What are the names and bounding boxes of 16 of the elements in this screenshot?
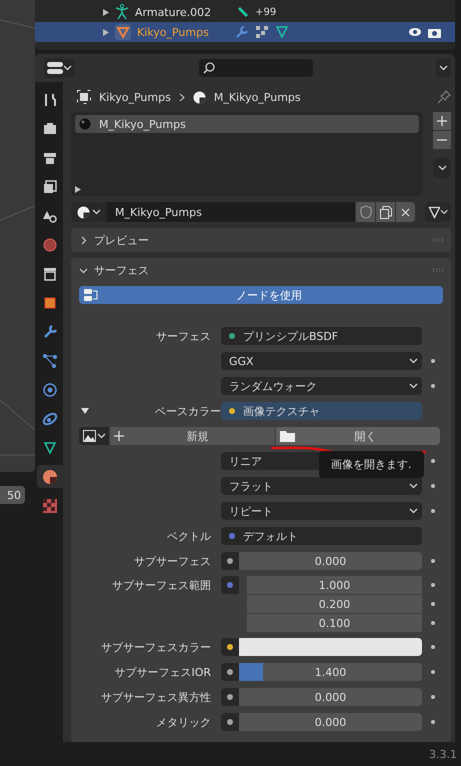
property-label: メタリック — [155, 714, 212, 730]
property-label: サブサーフェス — [133, 554, 212, 568]
breadcrumb-object: Kikyo_Pumps — [99, 90, 171, 104]
property-label: ベースカラー — [154, 404, 222, 418]
child-count-label: +99 — [255, 6, 276, 18]
property-label: サーフェス — [155, 328, 212, 344]
property-label: サブサーフェス異方性 — [100, 690, 212, 704]
breadcrumb-material: M_Kikyo_Pumps — [214, 90, 301, 104]
property-label: サブサーフェスカラー — [100, 640, 212, 654]
tooltip: 画像を開きます. — [319, 451, 424, 478]
property-label: ベクトル — [166, 528, 212, 544]
version-label: 3.3.1 — [429, 748, 457, 760]
object-name: Armature.002 — [135, 6, 212, 18]
property-label: サブサーフェスIOR — [113, 664, 212, 680]
object-name: Kikyo_Pumps — [137, 26, 209, 38]
property-label: サブサーフェス範囲 — [111, 578, 212, 592]
